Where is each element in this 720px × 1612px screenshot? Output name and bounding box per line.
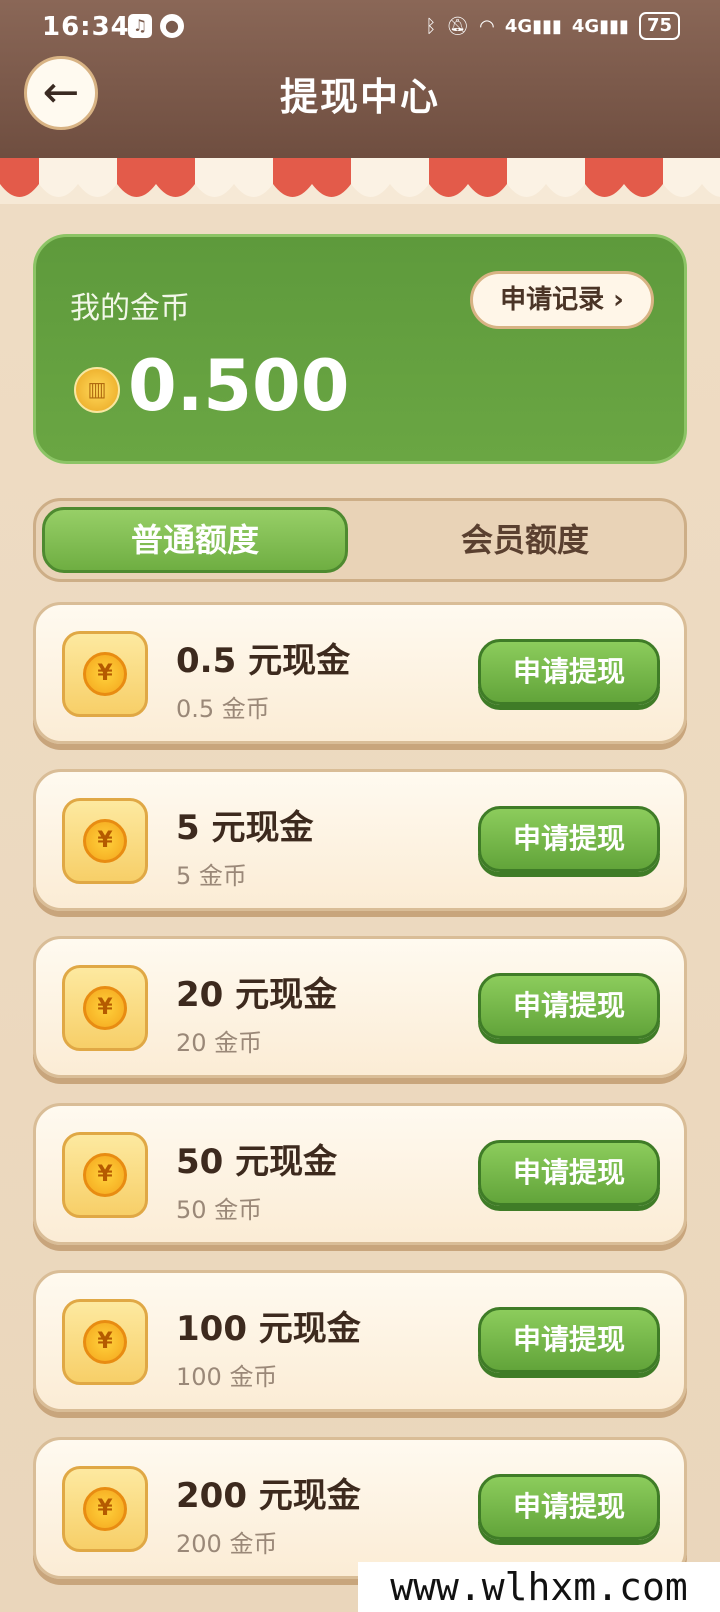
battery-indicator: 75 (638, 12, 680, 40)
tab-normal-quota[interactable]: 普通额度 (42, 507, 348, 573)
watermark: www.wlhxm.com (358, 1562, 720, 1612)
yen-coin-icon: ¥ (83, 986, 127, 1030)
list-item: ¥ 200 元现金 200 金币 申请提现 (33, 1437, 687, 1579)
balance-card: 我的金币 申请记录 › ▥ 0.500 (33, 234, 687, 464)
item-title: 0.5 元现金 (176, 641, 351, 681)
cash-icon-box: ¥ (62, 1132, 148, 1218)
item-subtitle: 20 金币 (176, 1029, 263, 1057)
apply-withdraw-button[interactable]: 申请提现 (478, 639, 660, 705)
yen-coin-icon: ¥ (83, 1320, 127, 1364)
item-subtitle: 0.5 金币 (176, 695, 270, 723)
list-item: ¥ 50 元现金 50 金币 申请提现 (33, 1103, 687, 1245)
signal-icon-1: 4G▮▮▮ (504, 15, 562, 37)
yen-coin-icon: ¥ (83, 652, 127, 696)
list-item: ¥ 5 元现金 5 金币 申请提现 (33, 769, 687, 911)
quota-tabs: 普通额度 会员额度 (33, 498, 687, 582)
page-title: 提现中心 (279, 75, 440, 119)
awning-decoration (0, 158, 720, 204)
music-app-icon: ♫ (128, 14, 152, 38)
cash-icon-box: ¥ (62, 1466, 148, 1552)
apply-record-button[interactable]: 申请记录 › (470, 271, 654, 329)
item-subtitle: 5 金币 (176, 862, 247, 890)
item-subtitle: 100 金币 (176, 1363, 278, 1391)
item-subtitle: 50 金币 (176, 1196, 263, 1224)
status-indicators: ᛒ 🔕︎ ◠ 4G▮▮▮ 4G▮▮▮ 75 (425, 12, 680, 40)
signal-icon-2: 4G▮▮▮ (571, 15, 629, 37)
apply-withdraw-button[interactable]: 申请提现 (478, 806, 660, 872)
item-title: 50 元现金 (176, 1142, 338, 1182)
chat-app-icon: ● (160, 14, 184, 38)
balance-label: 我的金币 (70, 291, 190, 326)
apply-withdraw-button[interactable]: 申请提现 (478, 1474, 660, 1540)
balance-value: 0.500 (128, 345, 350, 427)
awning-scallops (0, 158, 720, 204)
status-time: 16:34 (42, 12, 130, 42)
mute-icon: 🔕︎ (446, 15, 470, 37)
cash-icon-box: ¥ (62, 1299, 148, 1385)
cash-icon-box: ¥ (62, 798, 148, 884)
list-item: ¥ 0.5 元现金 0.5 金币 申请提现 (33, 602, 687, 744)
wifi-icon: ◠ (479, 15, 495, 37)
bluetooth-icon: ᛒ (425, 15, 437, 37)
apply-withdraw-button[interactable]: 申请提现 (478, 973, 660, 1039)
item-title: 5 元现金 (176, 808, 314, 848)
item-subtitle: 200 金币 (176, 1530, 278, 1558)
gold-coin-icon: ▥ (74, 367, 120, 413)
apply-withdraw-button[interactable]: 申请提现 (478, 1140, 660, 1206)
yen-coin-icon: ¥ (83, 1487, 127, 1531)
item-title: 20 元现金 (176, 975, 338, 1015)
cash-icon-box: ¥ (62, 631, 148, 717)
header-bar: 16:34 ♫ ● ᛒ 🔕︎ ◠ 4G▮▮▮ 4G▮▮▮ 75 ← 提现中心 (0, 0, 720, 164)
item-title: 200 元现金 (176, 1476, 361, 1516)
yen-coin-icon: ¥ (83, 819, 127, 863)
apply-withdraw-button[interactable]: 申请提现 (478, 1307, 660, 1373)
item-title: 100 元现金 (176, 1309, 361, 1349)
list-item: ¥ 20 元现金 20 金币 申请提现 (33, 936, 687, 1078)
yen-coin-icon: ¥ (83, 1153, 127, 1197)
list-item: ¥ 100 元现金 100 金币 申请提现 (33, 1270, 687, 1412)
tab-member-quota[interactable]: 会员额度 (372, 507, 678, 573)
status-bar: 16:34 ♫ ● ᛒ 🔕︎ ◠ 4G▮▮▮ 4G▮▮▮ 75 (0, 0, 720, 54)
status-app-icons: ♫ ● (128, 14, 184, 38)
cash-icon-box: ¥ (62, 965, 148, 1051)
